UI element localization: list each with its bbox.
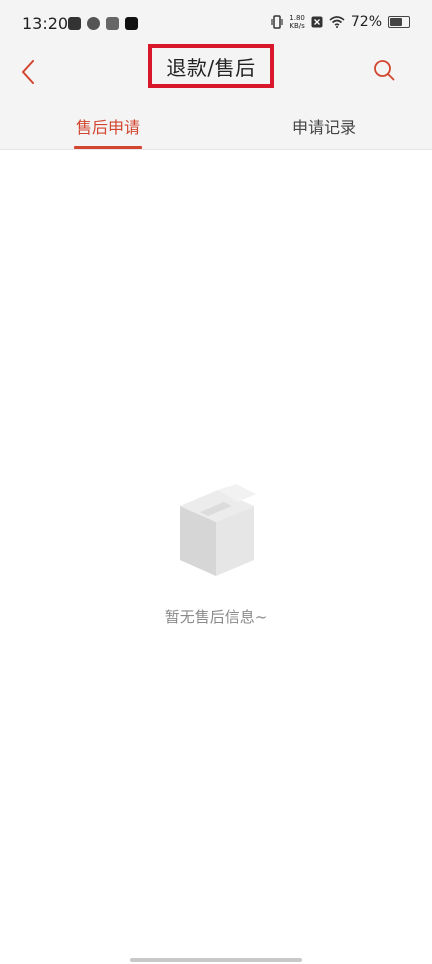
title-highlight-box: 退款/售后 bbox=[148, 44, 274, 88]
tab-bar: 售后申请 申请记录 bbox=[0, 102, 432, 150]
battery-icon bbox=[388, 16, 410, 28]
tiktok-icon bbox=[125, 17, 138, 30]
empty-message: 暂无售后信息~ bbox=[164, 608, 268, 626]
notification-icon bbox=[68, 17, 81, 30]
back-button[interactable] bbox=[14, 54, 42, 90]
battery-percent: 72% bbox=[350, 14, 382, 30]
battery-fill bbox=[390, 18, 402, 26]
tab-aftersale-apply[interactable]: 售后申请 bbox=[0, 102, 216, 149]
search-button[interactable] bbox=[370, 56, 398, 84]
app-icon bbox=[106, 17, 119, 30]
search-icon bbox=[374, 60, 395, 81]
chevron-left-icon bbox=[22, 60, 34, 84]
tab-apply-records[interactable]: 申请记录 bbox=[216, 102, 432, 149]
active-tab-indicator bbox=[74, 146, 142, 149]
wifi-icon bbox=[329, 16, 345, 28]
network-speed: 1.80 KB/s bbox=[289, 14, 305, 30]
screen: 13:20 1.80 KB/s 72% 退款/售后 售后申请 申请记录 暂无售后… bbox=[0, 0, 432, 964]
status-app-icons bbox=[68, 17, 138, 30]
network-speed-value: 1.80 bbox=[289, 14, 305, 22]
empty-box-icon bbox=[180, 484, 256, 576]
status-time: 13:20 bbox=[22, 14, 69, 33]
page-title: 退款/售后 bbox=[166, 55, 256, 80]
status-bar: 13:20 1.80 KB/s 72% bbox=[0, 0, 432, 50]
empty-state: 暂无售后信息~ bbox=[0, 480, 432, 627]
tab-label: 售后申请 bbox=[75, 118, 140, 137]
app-icon bbox=[87, 17, 100, 30]
home-indicator[interactable] bbox=[130, 958, 302, 962]
status-right: 1.80 KB/s 72% bbox=[271, 14, 410, 30]
app-bar: 退款/售后 bbox=[0, 44, 432, 102]
vibrate-icon bbox=[271, 15, 283, 29]
sim-icon bbox=[311, 16, 323, 28]
tab-label: 申请记录 bbox=[291, 118, 356, 137]
network-speed-unit: KB/s bbox=[289, 22, 305, 30]
